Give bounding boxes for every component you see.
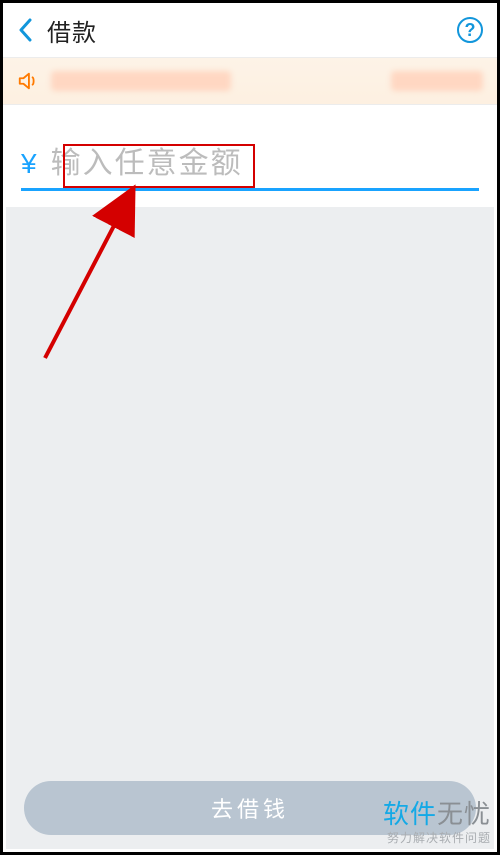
header: 借款 ? <box>3 3 497 57</box>
announcement-text-redacted-2 <box>391 71 483 91</box>
header-left: 借款 <box>17 13 97 48</box>
borrow-button[interactable]: 去借钱 <box>24 781 476 835</box>
content-background <box>6 207 494 768</box>
speaker-icon <box>17 70 39 92</box>
help-icon: ? <box>465 20 476 40</box>
page-title: 借款 <box>47 13 97 48</box>
back-chevron-icon <box>18 18 32 42</box>
primary-action-bar: 去借钱 <box>6 767 494 849</box>
amount-row: ¥ <box>21 139 479 191</box>
amount-input[interactable] <box>51 147 479 181</box>
help-button[interactable]: ? <box>457 17 483 43</box>
amount-section: ¥ <box>3 105 497 191</box>
currency-symbol: ¥ <box>21 150 37 178</box>
announcement-bar[interactable] <box>3 57 497 105</box>
app-screen: 借款 ? ¥ 去借钱 <box>0 0 500 855</box>
announcement-text-redacted <box>51 71 231 91</box>
borrow-button-label: 去借钱 <box>211 797 289 822</box>
back-button[interactable] <box>17 17 33 43</box>
